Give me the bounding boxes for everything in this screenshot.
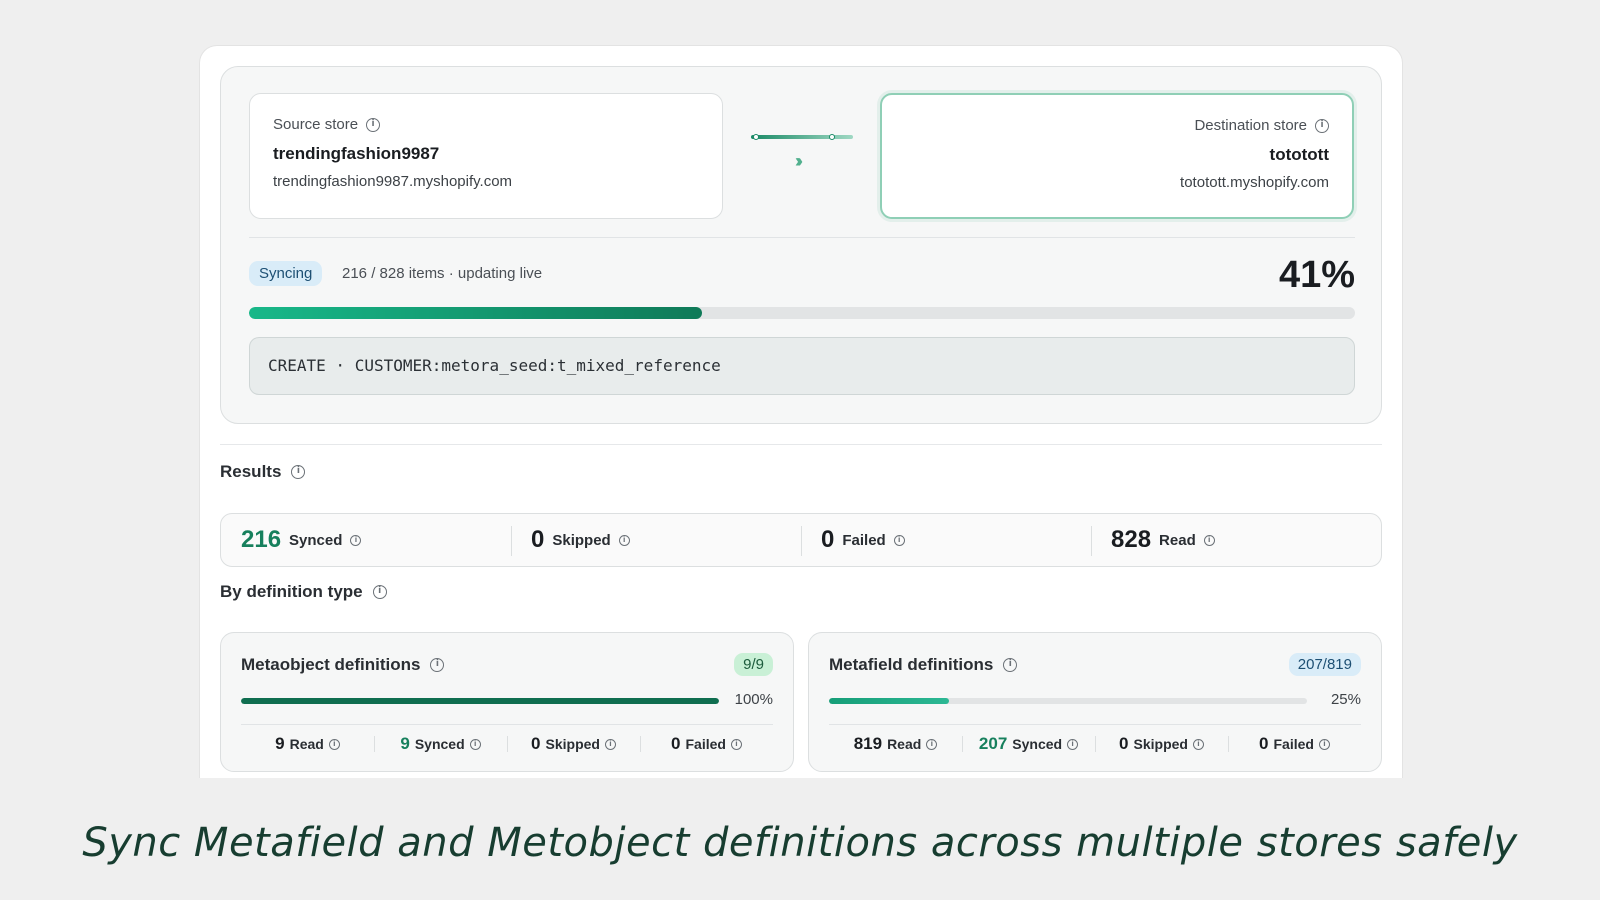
metaobject-progress-fill — [241, 698, 719, 704]
metafield-skipped: 0 Skipped i — [1095, 731, 1228, 757]
metaobject-definitions-card: Metaobject definitions i 9/9 100% 9 Read… — [220, 632, 794, 772]
metaobject-skipped: 0 Skipped i — [507, 731, 640, 757]
sync-status-row: Syncing 216 / 828 items · updating live … — [249, 254, 1355, 299]
destination-store-label: Destination store — [1194, 117, 1307, 134]
info-icon[interactable]: i — [1192, 738, 1204, 750]
marketing-caption: Sync Metafield and Metobject definitions… — [82, 820, 1518, 866]
metafield-definitions-title: Metafield definitions — [829, 655, 994, 674]
results-skipped: 0 Skipped i — [511, 514, 801, 566]
info-icon[interactable]: i — [366, 117, 381, 132]
info-icon[interactable]: i — [1315, 118, 1329, 133]
sync-panel: Source store i trendingfashion9987 trend… — [220, 66, 1382, 424]
divider — [249, 237, 1355, 238]
destination-store-url: tototott.myshopify.com — [1180, 174, 1329, 191]
results-synced: 216 Synced i — [221, 514, 511, 566]
info-icon[interactable]: i — [291, 465, 306, 479]
metafield-percent: 25% — [1330, 691, 1361, 708]
source-store-label: Source store — [273, 116, 359, 133]
by-definition-type-heading: By definition type i — [220, 582, 387, 602]
info-icon[interactable]: i — [1318, 738, 1330, 750]
connector-line — [751, 135, 853, 139]
results-summary: 216 Synced i 0 Skipped i 0 Failed i 828 … — [220, 513, 1382, 567]
info-icon[interactable]: i — [430, 658, 445, 672]
sync-progress-fill — [249, 307, 703, 319]
sync-status-text: 216 / 828 items · updating live — [342, 265, 543, 282]
info-icon[interactable]: i — [372, 585, 387, 599]
sync-connector: ››› — [751, 133, 855, 173]
info-icon[interactable]: i — [893, 534, 905, 546]
divider — [220, 444, 1382, 445]
divider — [829, 724, 1361, 725]
source-store-url: trendingfashion9987.myshopify.com — [273, 173, 513, 190]
results-failed: 0 Failed i — [801, 514, 1091, 566]
metaobject-percent: 100% — [734, 691, 773, 708]
metafield-synced: 207 Synced i — [962, 731, 1095, 757]
divider — [241, 724, 773, 725]
metaobject-synced: 9 Synced i — [374, 731, 507, 757]
double-chevron-right-icon: ››› — [795, 151, 803, 171]
source-store-name: trendingfashion9987 — [273, 144, 440, 163]
info-icon[interactable]: i — [618, 534, 630, 546]
sync-card: Source store i trendingfashion9987 trend… — [199, 45, 1403, 778]
info-icon[interactable]: i — [1203, 534, 1215, 546]
metafield-progress-bar — [829, 698, 1307, 704]
connector-progress-dot — [829, 134, 835, 140]
metaobject-stats: 9 Read i 9 Synced i 0 Skipped i 0 Failed… — [241, 731, 773, 757]
destination-store-card: Destination store i tototott tototott.my… — [880, 93, 1354, 219]
results-read: 828 Read i — [1091, 514, 1381, 566]
metafield-progress-fill — [829, 698, 949, 704]
info-icon[interactable]: i — [469, 738, 481, 750]
info-icon[interactable]: i — [604, 738, 616, 750]
metafield-stats: 819 Read i 207 Synced i 0 Skipped i 0 Fa… — [829, 731, 1361, 757]
info-icon[interactable]: i — [328, 738, 340, 750]
results-heading: Results i — [220, 462, 306, 482]
metafield-read: 819 Read i — [829, 731, 962, 757]
connector-start-dot — [753, 134, 759, 140]
metaobject-count-badge: 9/9 — [734, 653, 773, 676]
info-icon[interactable]: i — [926, 738, 938, 750]
metaobject-definitions-title: Metaobject definitions — [241, 655, 421, 674]
metaobject-read: 9 Read i — [241, 731, 374, 757]
info-icon[interactable]: i — [1003, 658, 1018, 672]
metafield-failed: 0 Failed i — [1228, 731, 1361, 757]
metaobject-progress-bar — [241, 698, 719, 704]
current-operation-log: CREATE · CUSTOMER:metora_seed:t_mixed_re… — [249, 337, 1355, 395]
metaobject-failed: 0 Failed i — [640, 731, 773, 757]
metafield-count-badge: 207/819 — [1288, 653, 1361, 676]
info-icon[interactable]: i — [730, 738, 742, 750]
sync-progress-bar — [249, 307, 1355, 319]
source-store-card: Source store i trendingfashion9987 trend… — [249, 93, 723, 219]
destination-store-name: tototott — [1269, 145, 1329, 164]
info-icon[interactable]: i — [1067, 738, 1079, 750]
sync-percent: 41% — [1278, 254, 1355, 296]
info-icon[interactable]: i — [350, 534, 362, 546]
metafield-definitions-card: Metafield definitions i 207/819 25% 819 … — [808, 632, 1382, 772]
status-badge: Syncing — [249, 261, 323, 286]
